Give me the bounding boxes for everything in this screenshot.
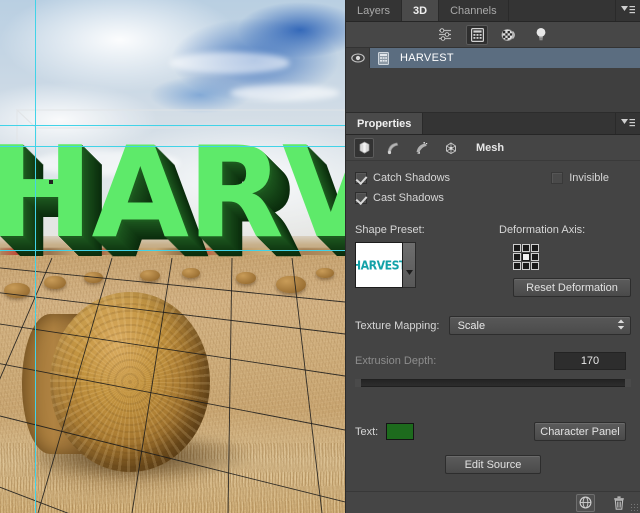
resize-grip-icon[interactable] bbox=[630, 503, 638, 511]
hay-bale-face bbox=[50, 292, 210, 472]
horizontal-guide[interactable] bbox=[0, 146, 345, 147]
text-label: Text: bbox=[355, 425, 379, 438]
stepper-updown-icon[interactable] bbox=[617, 319, 625, 333]
tab-channels[interactable]: Channels bbox=[439, 0, 509, 21]
properties-title: Mesh bbox=[476, 141, 505, 154]
3d-scene-list[interactable]: HARVEST bbox=[346, 48, 640, 112]
properties-body: Catch Shadows Cast Shadows Invisible Sha… bbox=[346, 161, 640, 491]
3d-text-object[interactable]: HARVEST bbox=[0, 130, 345, 256]
axis-cell-ml[interactable] bbox=[513, 253, 521, 261]
axis-cell-tr[interactable] bbox=[531, 244, 539, 252]
mesh-type-icon bbox=[370, 51, 396, 65]
axis-cell-tl[interactable] bbox=[513, 244, 521, 252]
text-color-swatch[interactable] bbox=[386, 423, 415, 440]
eye-icon[interactable] bbox=[346, 48, 370, 68]
trash-icon[interactable] bbox=[609, 494, 628, 512]
texture-mapping-select[interactable]: Scale bbox=[448, 316, 631, 335]
text-color-row[interactable]: Text: bbox=[355, 423, 415, 440]
lightbulb-filter-icon[interactable] bbox=[530, 25, 552, 45]
cloud-wisp bbox=[170, 52, 290, 74]
panel-menu-icon[interactable] bbox=[616, 113, 640, 134]
reset-deformation-button[interactable]: Reset Deformation bbox=[513, 278, 631, 297]
properties-mode-row: Mesh bbox=[346, 135, 640, 161]
cast-shadows-label: Cast Shadows bbox=[373, 192, 444, 204]
deformation-axis-label: Deformation Axis: bbox=[499, 224, 586, 236]
shape-preset-thumbnail-text: HARVEST bbox=[356, 257, 402, 273]
panel-menu-icon[interactable] bbox=[616, 0, 640, 21]
axis-cell-center[interactable] bbox=[522, 253, 530, 261]
axis-cell-bl[interactable] bbox=[513, 262, 521, 270]
extrusion-depth-label: Extrusion Depth: bbox=[355, 355, 437, 367]
distant-hay-bale bbox=[84, 272, 103, 283]
materials-sphere-filter-icon[interactable] bbox=[498, 25, 520, 45]
mesh-3d-icon[interactable] bbox=[354, 137, 374, 158]
distant-hay-bale bbox=[316, 268, 334, 278]
cloud-wisp bbox=[230, 85, 340, 101]
invisible-checkbox[interactable] bbox=[551, 172, 564, 184]
distant-hay-bale bbox=[44, 276, 66, 289]
vertical-guide[interactable] bbox=[35, 0, 36, 513]
distant-hay-bale bbox=[140, 270, 160, 281]
scene-item-label: HARVEST bbox=[400, 52, 454, 64]
shape-preset-label: Shape Preset: bbox=[355, 224, 425, 236]
properties-footer bbox=[346, 491, 640, 513]
invisible-row[interactable]: Invisible bbox=[551, 172, 609, 184]
scene-filter-icon[interactable] bbox=[434, 25, 456, 45]
edit-source-button[interactable]: Edit Source bbox=[445, 455, 541, 474]
properties-panel: Properties Mesh Catch Shadows Cast Shado… bbox=[346, 113, 640, 513]
extrusion-depth-slider[interactable] bbox=[355, 379, 631, 387]
object-anchor-point[interactable] bbox=[49, 180, 53, 184]
distant-hay-bale bbox=[182, 268, 200, 278]
scene-list-empty-area[interactable] bbox=[346, 68, 640, 112]
axis-cell-bc[interactable] bbox=[522, 262, 530, 270]
horizontal-guide[interactable] bbox=[0, 250, 345, 251]
render-globe-icon[interactable] bbox=[576, 493, 595, 512]
distant-hay-bale bbox=[236, 272, 256, 284]
deform-icon[interactable] bbox=[383, 138, 403, 158]
catch-shadows-label: Catch Shadows bbox=[373, 172, 451, 184]
cast-shadows-checkbox[interactable] bbox=[355, 192, 367, 204]
panel-dock: Layers 3D Channels HARVEST Properties Me… bbox=[345, 0, 640, 513]
axis-cell-mr[interactable] bbox=[531, 253, 539, 261]
document-canvas[interactable]: HARVEST bbox=[0, 0, 345, 513]
cap-icon[interactable] bbox=[412, 138, 432, 158]
chevron-down-icon[interactable] bbox=[403, 242, 416, 288]
catch-shadows-checkbox[interactable] bbox=[355, 172, 367, 184]
texture-mapping-label: Texture Mapping: bbox=[355, 319, 440, 332]
tab-properties[interactable]: Properties bbox=[346, 113, 424, 134]
3d-panel-tabbar: Layers 3D Channels bbox=[346, 0, 640, 22]
axis-cell-br[interactable] bbox=[531, 262, 539, 270]
shape-preset-picker[interactable]: HARVEST bbox=[355, 242, 499, 288]
catch-shadows-row[interactable]: Catch Shadows bbox=[355, 172, 450, 184]
axis-cell-tc[interactable] bbox=[522, 244, 530, 252]
texture-mapping-value: Scale bbox=[457, 319, 486, 332]
coordinates-icon[interactable] bbox=[441, 138, 461, 158]
tabbar-filler bbox=[423, 113, 616, 134]
extrusion-depth-field[interactable]: 170 bbox=[554, 352, 626, 370]
distant-hay-bale bbox=[276, 276, 306, 293]
3d-filter-row bbox=[346, 22, 640, 48]
horizontal-guide[interactable] bbox=[0, 125, 345, 126]
tab-3d[interactable]: 3D bbox=[402, 0, 440, 21]
hay-bale bbox=[22, 292, 210, 474]
photoshop-3d-workspace: HARVEST Layers 3D Channels bbox=[0, 0, 640, 513]
tabbar-filler bbox=[508, 0, 616, 21]
tab-layers[interactable]: Layers bbox=[346, 0, 403, 21]
cast-shadows-row[interactable]: Cast Shadows bbox=[355, 192, 450, 204]
scene-item-harvest[interactable]: HARVEST bbox=[346, 48, 640, 68]
invisible-label: Invisible bbox=[569, 172, 609, 184]
deformation-axis-grid-icon[interactable] bbox=[513, 244, 539, 270]
properties-tabbar: Properties bbox=[346, 113, 640, 135]
shape-preset-thumbnail[interactable]: HARVEST bbox=[355, 242, 403, 288]
character-panel-button[interactable]: Character Panel bbox=[534, 422, 626, 441]
mesh-filter-icon[interactable] bbox=[466, 24, 488, 45]
3d-panel: Layers 3D Channels HARVEST bbox=[346, 0, 640, 113]
